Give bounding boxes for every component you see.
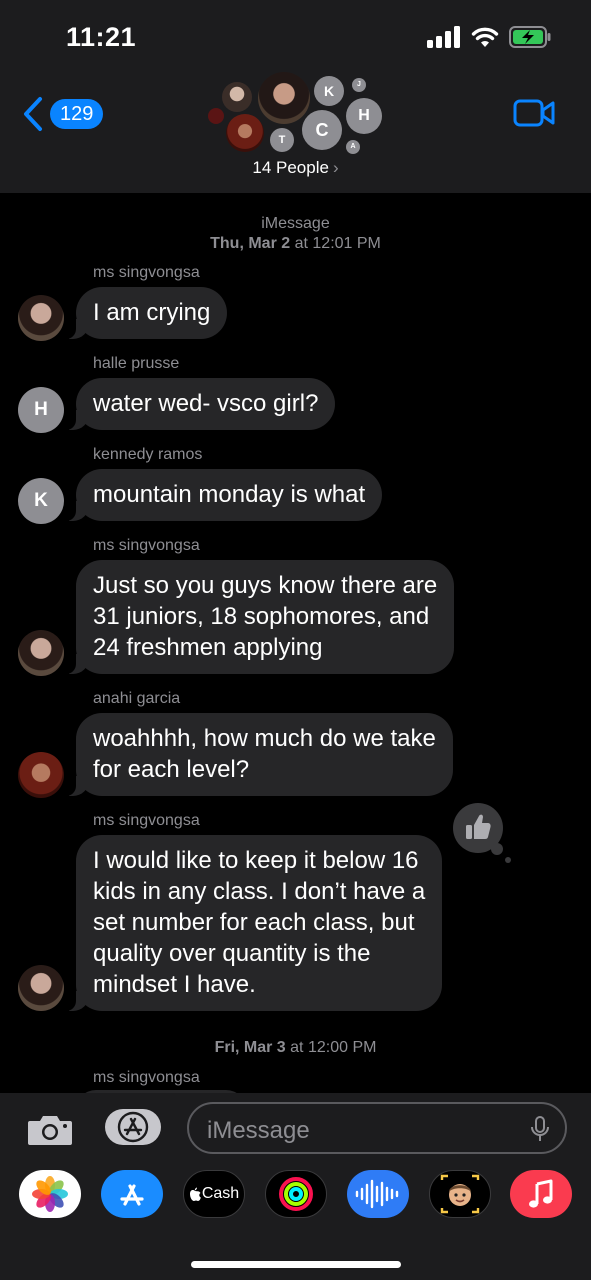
chevron-right-icon: › [332,158,339,177]
timestamp-sep: at [290,1039,304,1056]
activity-app-button[interactable] [265,1170,327,1218]
group-title-label: 14 People [252,158,329,177]
sender-avatar[interactable] [18,630,64,676]
activity-icon [279,1177,313,1211]
timestamp-day: Fri, Mar 3 [214,1039,286,1056]
facetime-video-button[interactable] [513,98,555,133]
sender-name: kennedy ramos [93,446,203,463]
message-bubble[interactable]: water wed- vsco girl? [63,378,336,430]
group-member-photo [258,72,310,124]
sender-avatar[interactable]: K [18,478,64,524]
music-app-button[interactable] [510,1170,572,1218]
group-member-initial: K [314,76,344,106]
back-button[interactable]: 129 [22,96,104,132]
message-input-placeholder: iMessage [207,1117,310,1144]
music-icon [529,1179,553,1208]
timestamp-sep: at [294,235,308,252]
apple-cash-button[interactable]: Cash [183,1170,245,1218]
sender-avatar[interactable]: H [18,387,64,433]
conversation-header: 11:21 129 K J H C T A 14 People › [0,0,591,193]
timestamp-header: Thu, Mar 2 at 12:01 PM [0,234,591,254]
group-member-photo [208,108,224,124]
wifi-icon [471,27,499,47]
video-camera-icon [513,99,555,127]
audio-message-icon [355,1179,399,1209]
status-icons [427,26,551,48]
message-line: water wed- vsco girl? [93,390,319,417]
message-bubble[interactable]: mountain monday is what [63,469,383,521]
message-bubble[interactable]: Just so you guys know there are 31 junio… [63,560,455,674]
message-line: kids in any class. I don’t have a [93,878,426,905]
message-input[interactable]: iMessage [187,1102,567,1154]
message-line: woahhhh, how much do we take [93,725,436,752]
group-title[interactable]: 14 People › [0,158,591,178]
chevron-left-icon [24,97,42,131]
compose-bar: iMessage [0,1093,591,1161]
timestamp-header: Fri, Mar 3 at 12:00 PM [0,1038,591,1058]
sender-name: ms singvongsa [93,264,200,281]
group-member-initial: J [352,78,366,92]
camera-icon [28,1116,72,1145]
dictation-button[interactable] [529,1115,551,1148]
group-avatar-cluster[interactable]: K J H C T A [208,70,388,156]
app-store-app-button[interactable] [101,1170,163,1218]
message-line: for each level? [93,756,250,783]
group-member-initial: H [346,98,382,134]
memoji-icon [440,1174,480,1214]
microphone-icon [531,1116,549,1141]
sender-name: halle prusse [93,355,180,372]
status-time: 11:21 [66,22,137,52]
message-line: I am crying [93,299,211,326]
sender-name: anahi garcia [93,690,181,707]
sender-name: ms singvongsa [93,812,200,829]
message-line: I would like to keep it below 16 [93,847,419,874]
sender-avatar[interactable] [18,752,64,798]
audio-message-button[interactable] [347,1170,409,1218]
tapback-tail [505,857,511,863]
app-store-icon [117,1111,149,1143]
timestamp-day: Thu, Mar 2 [210,235,291,252]
home-indicator[interactable] [191,1261,401,1268]
cellular-signal-icon [427,26,460,48]
app-store-drawer-button[interactable] [105,1109,161,1145]
battery-charging-icon [509,26,551,48]
timestamp-time: 12:01 PM [312,235,381,252]
group-member-photo [226,114,264,152]
group-member-initial: T [270,128,294,152]
message-line: set number for each class, but [93,909,415,936]
message-thread[interactable]: iMessage Thu, Mar 2 at 12:01 PM ms singv… [0,193,591,1093]
message-bubble[interactable]: I would like to keep it below 16 kids in… [63,835,443,1011]
message-line: mindset I have. [93,971,256,998]
service-label: iMessage [261,215,330,232]
camera-button[interactable] [26,1113,74,1152]
photos-app-icon [32,1176,68,1212]
message-bubble[interactable]: woahhhh, how much do we take for each le… [64,713,453,796]
message-line: 31 juniors, 18 sophomores, and [93,603,430,630]
apple-cash-label: Cash [201,1185,240,1202]
memoji-button[interactable] [429,1170,491,1218]
sender-avatar[interactable] [18,965,64,1011]
sender-name: ms singvongsa [93,537,200,554]
app-store-icon [120,1184,144,1206]
message-line: quality over quantity is the [93,940,371,967]
group-member-initial: A [346,140,360,154]
message-line: 24 freshmen applying [93,634,323,661]
group-member-photo [222,82,252,112]
tapback-reaction[interactable] [453,803,511,863]
apple-cash-icon [189,1187,201,1201]
message-line: Just so you guys know there are [93,572,438,599]
unread-count-badge: 129 [50,99,104,129]
sender-avatar[interactable] [18,295,64,341]
thumbs-up-icon [466,814,491,839]
sender-name: ms singvongsa [93,1069,200,1086]
message-line: mountain monday is what [93,481,366,508]
message-bubble[interactable]: I am crying [63,287,228,339]
photos-app-button[interactable] [19,1170,81,1218]
group-member-initial: C [302,110,342,150]
timestamp-time: 12:00 PM [307,1039,377,1056]
